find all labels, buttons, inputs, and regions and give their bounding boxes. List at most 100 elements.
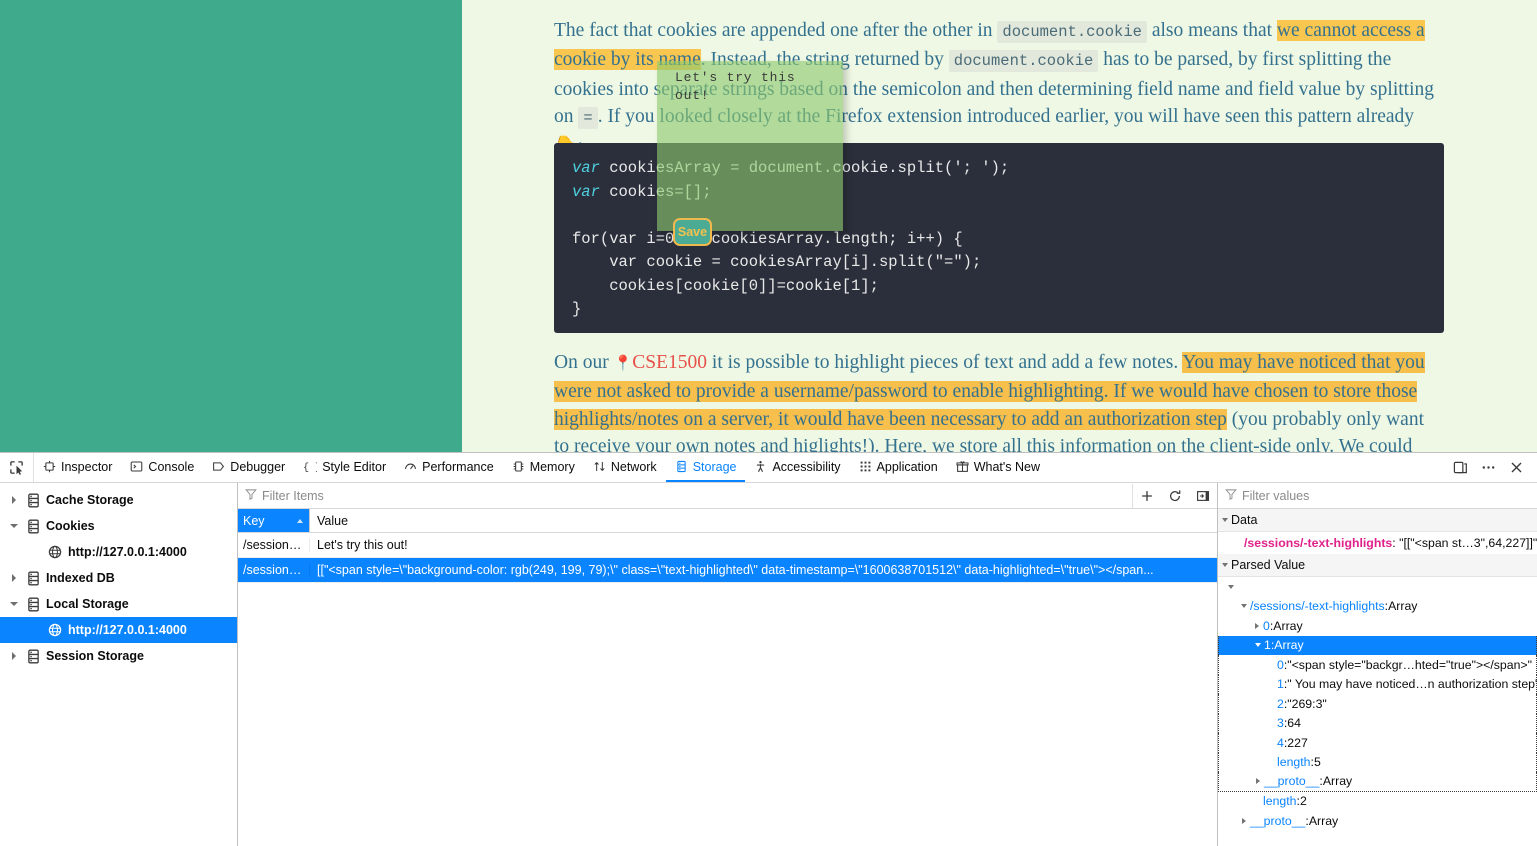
sort-ascending-icon xyxy=(297,518,303,523)
value-tree-value: 2 xyxy=(1299,794,1307,809)
tab-accessibility[interactable]: Accessibility xyxy=(745,453,849,482)
table-row[interactable]: /session… Let's try this out! xyxy=(238,533,1217,558)
filter-values-box[interactable] xyxy=(1218,483,1537,509)
sidebar-item-cookies[interactable]: Cookies xyxy=(0,513,237,539)
tab-style-editor[interactable]: { } Style Editor xyxy=(294,453,395,482)
tab-label: Console xyxy=(148,459,195,474)
value-tree-row[interactable]: length: 5 xyxy=(1218,752,1537,772)
chevron-right-icon[interactable] xyxy=(1250,622,1263,629)
chevron-right-icon[interactable] xyxy=(1237,817,1250,824)
value-tree-row[interactable]: __proto__: Array xyxy=(1218,772,1537,792)
value-tree-row[interactable] xyxy=(1218,577,1537,597)
tab-what-s-new[interactable]: What's New xyxy=(947,453,1049,482)
chevron-down-icon[interactable] xyxy=(1237,604,1250,609)
filter-items-input[interactable] xyxy=(262,488,462,503)
chevron-down-icon[interactable] xyxy=(6,602,22,606)
values-data-row[interactable]: /sessions/-text-highlights : "[["<span s… xyxy=(1218,532,1537,554)
para1-seg1: The fact that cookies are appended one a… xyxy=(554,20,998,41)
tab-network[interactable]: Network xyxy=(584,453,666,482)
tab-application[interactable]: Application xyxy=(850,453,947,482)
values-section-data[interactable]: Data xyxy=(1218,509,1537,532)
chevron-right-icon[interactable] xyxy=(6,496,22,504)
filter-values-input[interactable] xyxy=(1242,488,1462,503)
sidebar-item-http-127-0-0-1-4000[interactable]: http://127.0.0.1:4000 xyxy=(0,539,237,565)
value-tree-row[interactable]: 2: "269:3" xyxy=(1218,694,1537,714)
value-tree-value: Array xyxy=(1322,774,1353,789)
table-cell-value: Let's try this out! xyxy=(317,538,408,552)
value-tree-row[interactable]: 3: 64 xyxy=(1218,713,1537,733)
performance-icon xyxy=(404,460,417,473)
chevron-right-icon[interactable] xyxy=(6,574,22,582)
sidebar-item-cache-storage[interactable]: Cache Storage xyxy=(0,487,237,513)
note-textarea[interactable]: Let's try this out! xyxy=(675,69,835,105)
devtools-panel: Inspector Console Debugger { } Style Editor P… xyxy=(0,452,1537,846)
value-tree-row[interactable]: length: 2 xyxy=(1218,792,1537,812)
close-icon[interactable] xyxy=(1503,455,1529,481)
web-page-content: The fact that cookies are appended one a… xyxy=(0,0,1537,452)
tab-memory[interactable]: Memory xyxy=(503,453,584,482)
tab-inspector[interactable]: Inspector xyxy=(34,453,121,482)
tab-label: Inspector xyxy=(61,459,113,474)
value-tree-row[interactable]: 0: "<span style="backgr…hted="true"></sp… xyxy=(1218,655,1537,675)
para2-seg1: On our xyxy=(554,352,614,373)
tab-storage[interactable]: Storage xyxy=(665,453,746,482)
tab-debugger[interactable]: Debugger xyxy=(203,453,294,482)
devtools-toolbar-right xyxy=(1447,453,1537,482)
sidebar-item-http-127-0-0-1-4000[interactable]: http://127.0.0.1:4000 xyxy=(0,617,237,643)
element-picker-icon[interactable] xyxy=(0,453,34,482)
value-tree-row[interactable]: 1: " You may have noticed…n authorizatio… xyxy=(1218,674,1537,694)
items-table-header: Key Value xyxy=(238,509,1217,533)
value-tree-row[interactable]: 0: Array xyxy=(1218,616,1537,636)
value-tree-value: 64 xyxy=(1287,716,1301,731)
column-header-key[interactable]: Key xyxy=(238,509,310,532)
devtools-body: Cache Storage Cookies http://127.0.0.1:400… xyxy=(0,483,1537,846)
value-tree-row[interactable]: __proto__: Array xyxy=(1218,811,1537,831)
tab-label: Memory xyxy=(529,459,575,474)
chevron-down-icon[interactable] xyxy=(1251,643,1264,648)
meatball-menu-icon[interactable] xyxy=(1475,455,1501,481)
column-header-value[interactable]: Value xyxy=(310,509,1217,532)
table-row[interactable]: /session… [["<span style=\"background-col… xyxy=(238,558,1217,583)
value-tree-key: 4 xyxy=(1277,735,1284,750)
dock-to-side-icon[interactable] xyxy=(1447,455,1473,481)
link-cse1500[interactable]: CSE1500 xyxy=(632,352,707,373)
values-pane: Data /sessions/-text-highlights : "[["<s… xyxy=(1218,483,1537,846)
value-tree-key: /sessions/-text-highlights xyxy=(1250,599,1385,614)
value-tree-key: 2 xyxy=(1277,696,1284,711)
items-toolbar xyxy=(238,483,1217,509)
note-popup-panel[interactable]: Let's try this out! xyxy=(657,61,843,231)
value-tree-key: __proto__ xyxy=(1264,774,1320,789)
save-note-button[interactable]: Save xyxy=(673,218,712,246)
refresh-icon[interactable] xyxy=(1161,484,1189,508)
plus-icon[interactable] xyxy=(1133,484,1161,508)
sidebar-item-indexed-db[interactable]: Indexed DB xyxy=(0,565,237,591)
sidebar-item-local-storage[interactable]: Local Storage xyxy=(0,591,237,617)
value-tree-row[interactable]: 1: Array xyxy=(1218,635,1537,655)
inspector-icon xyxy=(43,460,56,473)
value-tree-key: 0 xyxy=(1263,618,1270,633)
code-line-4: for(var i=0; i<cookiesArray.length; i++)… xyxy=(572,229,963,248)
value-tree-key: __proto__ xyxy=(1250,813,1306,828)
chevron-right-icon[interactable] xyxy=(6,652,22,660)
filter-items-box[interactable] xyxy=(238,488,1132,503)
tab-label: Storage xyxy=(692,459,737,474)
sidebar-item-label: Local Storage xyxy=(46,597,129,611)
values-section-parsed[interactable]: Parsed Value xyxy=(1218,554,1537,577)
value-tree-row[interactable]: 4: 227 xyxy=(1218,733,1537,753)
tab-performance[interactable]: Performance xyxy=(395,453,503,482)
tab-label: Application xyxy=(876,459,938,474)
sidebar-item-session-storage[interactable]: Session Storage xyxy=(0,643,237,669)
toggle-sidebar-icon[interactable] xyxy=(1189,484,1217,508)
values-data-key: /sessions/-text-highlights xyxy=(1244,536,1393,550)
value-tree-row[interactable]: /sessions/-text-highlights: Array xyxy=(1218,597,1537,617)
chevron-down-icon[interactable] xyxy=(1224,584,1237,589)
inline-code-document-cookie-1: document.cookie xyxy=(997,21,1147,43)
value-tree-value: 5 xyxy=(1313,755,1321,770)
value-tree-value: Array xyxy=(1388,599,1418,614)
tab-console[interactable]: Console xyxy=(121,453,203,482)
chevron-right-icon[interactable] xyxy=(1251,778,1264,785)
chevron-down-icon[interactable] xyxy=(6,524,22,528)
application-icon xyxy=(859,460,872,473)
accessibility-icon xyxy=(754,460,767,473)
storage-icon xyxy=(675,460,688,473)
